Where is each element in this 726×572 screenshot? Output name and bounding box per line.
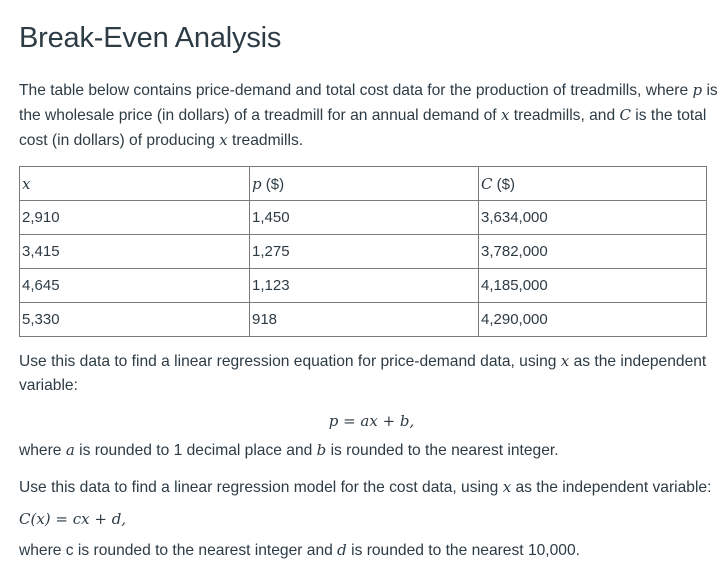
question2-prompt: Use this data to find a linear regressio… bbox=[19, 475, 724, 500]
cell-p: 1,123 bbox=[249, 268, 479, 303]
price-demand-equation: p = ax + b, bbox=[328, 412, 415, 430]
intro-text: The table below contains price-demand an… bbox=[19, 82, 693, 99]
cell-C: 4,290,000 bbox=[478, 302, 707, 337]
math-var-C: C bbox=[619, 106, 631, 124]
header-p: p ($) bbox=[249, 166, 479, 201]
cell-C: 3,634,000 bbox=[478, 200, 707, 235]
question1-prompt: Use this data to find a linear regressio… bbox=[19, 349, 724, 398]
intro-paragraph: The table below contains price-demand an… bbox=[19, 78, 719, 153]
header-C: C ($) bbox=[478, 166, 707, 201]
math-var-x: x bbox=[219, 131, 228, 149]
page: Break-Even Analysis The table below cont… bbox=[0, 0, 726, 563]
cell-C: 4,185,000 bbox=[478, 268, 707, 303]
table-row: 2,910 1,450 3,634,000 bbox=[19, 200, 707, 235]
cell-x: 4,645 bbox=[19, 268, 250, 303]
header-unit: ($) bbox=[492, 175, 515, 193]
math-var-x: x bbox=[560, 352, 570, 370]
table-row: 5,330 918 4,290,000 bbox=[19, 302, 707, 337]
intro-text: treadmills, and bbox=[509, 107, 620, 124]
condition-text: is rounded to the nearest 10,000. bbox=[346, 542, 580, 559]
table-row: 4,645 1,123 4,185,000 bbox=[19, 268, 707, 303]
condition-text: where bbox=[19, 442, 66, 459]
cell-p: 918 bbox=[249, 302, 479, 337]
math-var-x: x bbox=[502, 478, 512, 496]
question-text: Use this data to find a linear regressio… bbox=[19, 353, 561, 370]
question-text: as the independent variable: bbox=[511, 479, 712, 496]
math-var-p: p bbox=[692, 81, 703, 99]
data-table: x p ($) C ($) 2,910 1,450 3,634,000 3,41… bbox=[19, 166, 707, 337]
page-title: Break-Even Analysis bbox=[19, 22, 282, 54]
header-unit: ($) bbox=[261, 175, 285, 193]
cell-x: 5,330 bbox=[19, 302, 250, 337]
condition-text: is rounded to the nearest integer. bbox=[326, 442, 559, 459]
header-x: x bbox=[19, 166, 250, 201]
condition-text: where c is rounded to the nearest intege… bbox=[19, 542, 338, 559]
condition-text: is rounded to 1 decimal place and bbox=[74, 442, 317, 459]
math-var-a: a bbox=[65, 441, 75, 459]
question2-conditions: where c is rounded to the nearest intege… bbox=[19, 538, 724, 563]
cell-p: 1,450 bbox=[249, 200, 479, 235]
table-header-row: x p ($) C ($) bbox=[19, 166, 707, 201]
cell-p: 1,275 bbox=[249, 234, 479, 269]
header-var: p bbox=[252, 174, 262, 193]
math-var-b: b bbox=[316, 441, 327, 459]
cell-x: 2,910 bbox=[19, 200, 250, 235]
question1-conditions: where a is rounded to 1 decimal place an… bbox=[19, 438, 724, 463]
header-var: C bbox=[481, 174, 493, 193]
cell-x: 3,415 bbox=[19, 234, 250, 269]
header-var: x bbox=[22, 174, 31, 193]
question-text: Use this data to find a linear regressio… bbox=[19, 479, 503, 496]
cell-C: 3,782,000 bbox=[478, 234, 707, 269]
math-var-d: d bbox=[337, 541, 347, 559]
cost-equation: C(x) = cx + d, bbox=[19, 510, 127, 528]
table-row: 3,415 1,275 3,782,000 bbox=[19, 234, 707, 269]
intro-text: treadmills. bbox=[227, 132, 304, 149]
